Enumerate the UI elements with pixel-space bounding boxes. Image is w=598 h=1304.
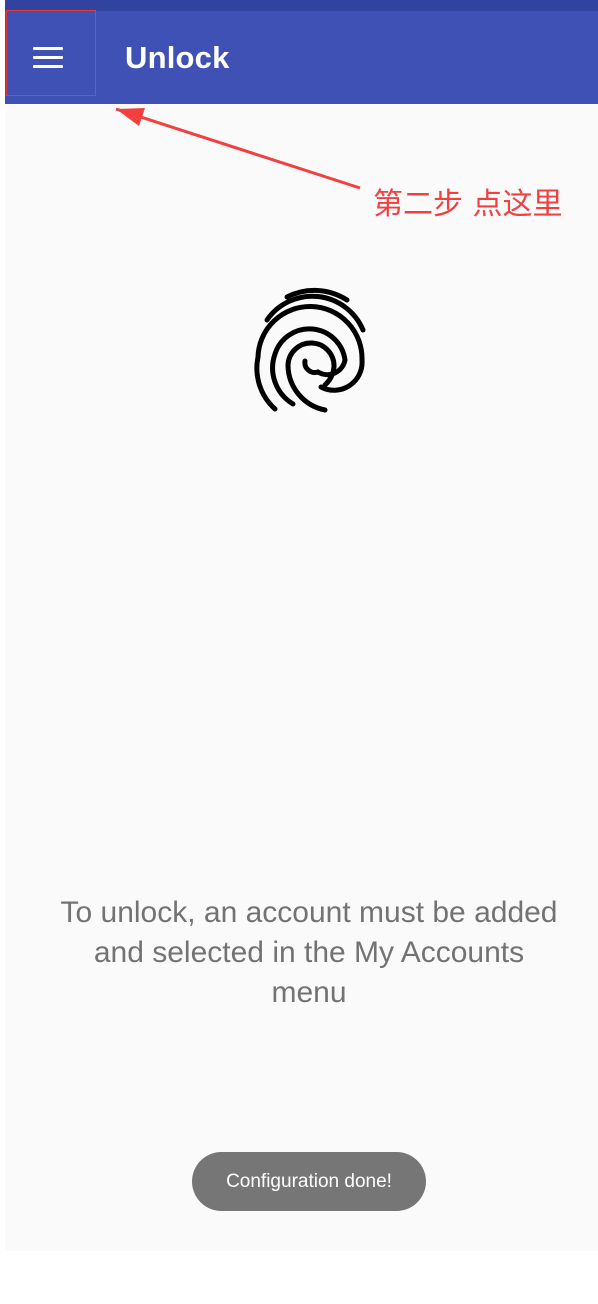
annotation-label: 第二步 点这里 [373,187,563,222]
hamburger-menu-icon-bar [33,65,63,68]
page-title: Unlock [125,40,230,75]
hamburger-menu-icon [33,47,63,50]
unlock-instruction-text: To unlock, an account must be added and … [60,896,558,1009]
hamburger-menu-icon-bar [33,56,63,59]
menu-button[interactable] [6,10,96,96]
toast-text: Configuration done! [226,1170,392,1192]
fingerprint-icon[interactable] [245,282,375,422]
toast-notification: Configuration done! [192,1152,426,1211]
